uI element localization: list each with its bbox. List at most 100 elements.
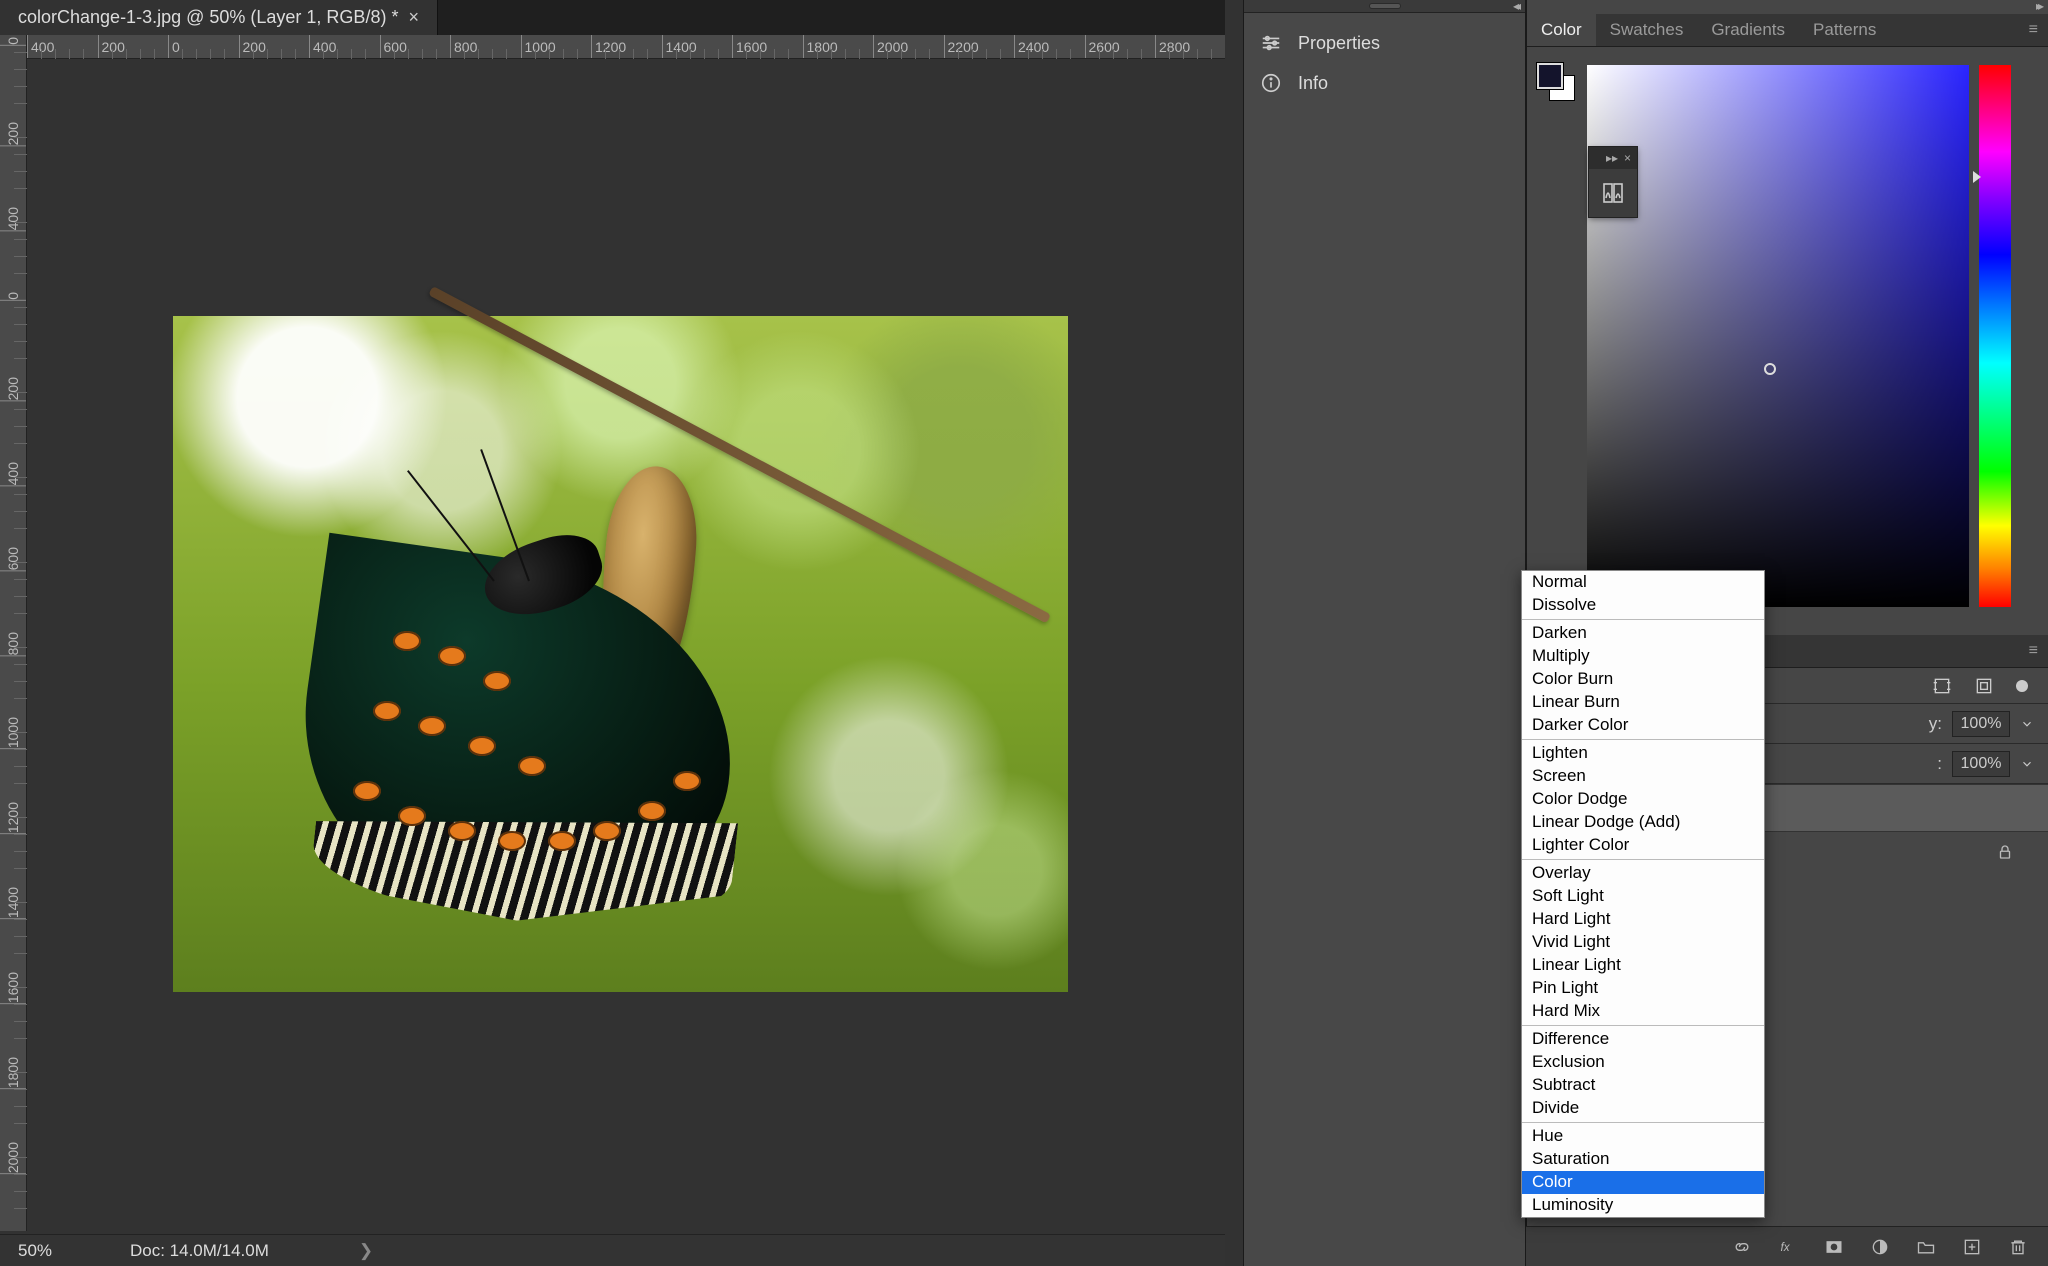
smart-object-filter-icon[interactable] [1974, 676, 1994, 696]
chevron-down-icon[interactable] [2020, 757, 2034, 771]
panel-menu-icon[interactable]: ≡ [2019, 642, 2048, 660]
blend-mode-option[interactable]: Normal [1522, 571, 1764, 594]
tab-swatches[interactable]: Swatches [1596, 14, 1698, 46]
blend-mode-option[interactable]: Linear Burn [1522, 691, 1764, 714]
hue-cursor[interactable] [1973, 171, 1981, 183]
layer-style-icon[interactable]: fx [1778, 1237, 1798, 1257]
panel-menu-icon[interactable]: ≡ [2019, 21, 2048, 39]
dock-grip[interactable] [1244, 0, 1525, 13]
canvas[interactable] [27, 59, 1225, 1231]
layer-mask-icon[interactable] [1824, 1237, 1844, 1257]
ruler-h-tick: 2600 [1085, 35, 1120, 58]
ruler-h-tick: 1600 [732, 35, 767, 58]
ruler-v-tick: 200 [0, 375, 26, 401]
expand-chevrons-icon[interactable]: ▸▸ [1606, 151, 1618, 165]
artboard-filter-icon[interactable] [1932, 676, 1952, 696]
collapsed-panel-dock: ◂◂ Properties Info [1243, 0, 1526, 1266]
sv-cursor[interactable] [1764, 363, 1776, 375]
chevron-down-icon[interactable] [2020, 717, 2034, 731]
blend-mode-option[interactable]: Linear Dodge (Add) [1522, 811, 1764, 834]
blend-mode-option[interactable]: Linear Light [1522, 954, 1764, 977]
blend-mode-option[interactable]: Hue [1522, 1125, 1764, 1148]
fill-value[interactable]: 100% [1952, 751, 2010, 777]
blend-mode-option[interactable]: Darken [1522, 622, 1764, 645]
lock-icon[interactable] [1996, 843, 2014, 861]
tab-color[interactable]: Color [1527, 14, 1596, 46]
opacity-value[interactable]: 100% [1952, 711, 2010, 737]
zoom-level[interactable]: 50% [0, 1241, 110, 1261]
color-panel: ▸▸ × [1527, 47, 2048, 622]
tab-gradients[interactable]: Gradients [1697, 14, 1799, 46]
blend-mode-option[interactable]: Pin Light [1522, 977, 1764, 1000]
blend-mode-option[interactable]: Saturation [1522, 1148, 1764, 1171]
info-icon [1260, 72, 1282, 94]
image-artboard [173, 316, 1068, 992]
blend-mode-option[interactable]: Hard Light [1522, 908, 1764, 931]
ruler-h-tick: 2800 [1155, 35, 1190, 58]
collapse-chevrons-icon[interactable]: ▸▸ [2036, 0, 2040, 13]
trash-icon[interactable] [2008, 1237, 2028, 1257]
ruler-h-tick: 2400 [1014, 35, 1049, 58]
blend-mode-option[interactable]: Color Burn [1522, 668, 1764, 691]
info-panel-button[interactable]: Info [1244, 63, 1525, 103]
dot-toggle[interactable] [2016, 680, 2028, 692]
ruler-v-tick: 400 [0, 460, 26, 486]
properties-label: Properties [1298, 33, 1380, 54]
document-tab-title: colorChange-1-3.jpg @ 50% (Layer 1, RGB/… [18, 7, 398, 28]
adjustment-layer-icon[interactable] [1870, 1237, 1890, 1257]
blend-mode-option[interactable]: Dissolve [1522, 594, 1764, 617]
status-bar: 50% Doc: 14.0M/14.0M ❯ [0, 1234, 1225, 1266]
blend-mode-option[interactable]: Luminosity [1522, 1194, 1764, 1217]
document-tab[interactable]: colorChange-1-3.jpg @ 50% (Layer 1, RGB/… [0, 0, 438, 35]
ruler-h-tick: 1400 [662, 35, 697, 58]
blend-mode-option[interactable]: Color Dodge [1522, 788, 1764, 811]
ruler-v-tick: 0 [0, 290, 26, 301]
layers-panel-footer: fx [1526, 1226, 2048, 1266]
status-chevron-icon[interactable]: ❯ [359, 1241, 373, 1261]
ruler-v-tick: 0 [0, 35, 26, 46]
ruler-h-tick: 1200 [591, 35, 626, 58]
blend-mode-option[interactable]: Darker Color [1522, 714, 1764, 737]
foreground-color-swatch[interactable] [1537, 63, 1563, 89]
blend-mode-option[interactable]: Subtract [1522, 1074, 1764, 1097]
blend-mode-option[interactable]: Hard Mix [1522, 1000, 1764, 1023]
close-icon[interactable]: × [1624, 151, 1631, 165]
saturation-value-field[interactable] [1587, 65, 1969, 607]
properties-panel-button[interactable]: Properties [1244, 23, 1525, 63]
blend-mode-option[interactable]: Soft Light [1522, 885, 1764, 908]
ruler-horizontal[interactable]: 4002000200400600800100012001400160018002… [27, 35, 1225, 59]
info-label: Info [1298, 73, 1328, 94]
ruler-v-tick: 600 [0, 545, 26, 571]
link-layers-icon[interactable] [1732, 1237, 1752, 1257]
floating-mini-panel[interactable]: ▸▸ × [1589, 147, 1637, 217]
svg-text:fx: fx [1781, 1241, 1791, 1254]
foreground-background-swatch[interactable] [1537, 63, 1577, 103]
ruler-h-tick: 0 [168, 35, 180, 58]
blend-mode-option[interactable]: Divide [1522, 1097, 1764, 1120]
ruler-h-tick: 1800 [803, 35, 838, 58]
histogram-icon [1601, 181, 1625, 205]
sliders-icon [1260, 32, 1282, 54]
blend-mode-option[interactable]: Screen [1522, 765, 1764, 788]
ruler-v-tick: 400 [0, 205, 26, 231]
ruler-vertical[interactable]: 0200400020040060080010001200140016001800… [0, 35, 27, 1231]
document-tab-bar: colorChange-1-3.jpg @ 50% (Layer 1, RGB/… [0, 0, 1225, 35]
blend-mode-option[interactable]: Overlay [1522, 862, 1764, 885]
blend-mode-option[interactable]: Difference [1522, 1028, 1764, 1051]
tab-patterns[interactable]: Patterns [1799, 14, 1890, 46]
blend-mode-dropdown[interactable]: NormalDissolveDarkenMultiplyColor BurnLi… [1521, 570, 1765, 1218]
close-icon[interactable]: × [408, 7, 419, 28]
blend-mode-option[interactable]: Multiply [1522, 645, 1764, 668]
blend-mode-option[interactable]: Exclusion [1522, 1051, 1764, 1074]
new-layer-icon[interactable] [1962, 1237, 1982, 1257]
blend-mode-option[interactable]: Color [1522, 1171, 1764, 1194]
ruler-h-tick: 2200 [944, 35, 979, 58]
blend-mode-option[interactable]: Lighten [1522, 742, 1764, 765]
hue-strip[interactable] [1979, 65, 2011, 607]
group-icon[interactable] [1916, 1237, 1936, 1257]
doc-size-info[interactable]: Doc: 14.0M/14.0M [110, 1241, 269, 1261]
blend-mode-option[interactable]: Lighter Color [1522, 834, 1764, 857]
blend-mode-option[interactable]: Vivid Light [1522, 931, 1764, 954]
collapse-chevrons-icon[interactable]: ◂◂ [1513, 0, 1517, 13]
ruler-v-tick: 800 [0, 630, 26, 656]
